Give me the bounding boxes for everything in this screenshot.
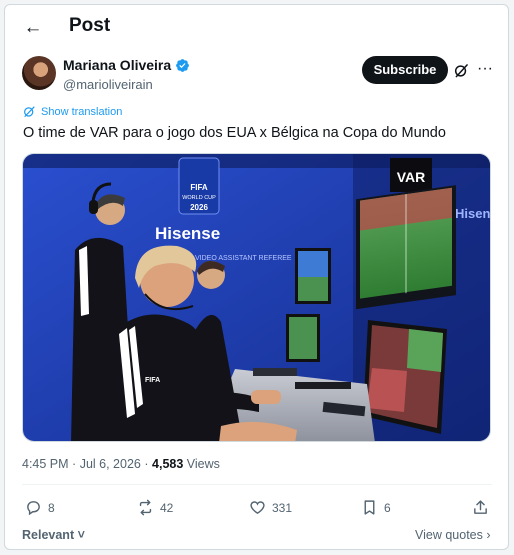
- chevron-right-icon: ›: [486, 528, 491, 542]
- translate-icon: [24, 106, 35, 117]
- meta-separator: ·: [72, 457, 77, 471]
- view-quotes-label: View quotes: [415, 528, 483, 542]
- post-meta: 4:45 PM · Jul 6, 2026 · 4,583 Views: [22, 457, 220, 471]
- back-button[interactable]: ←: [19, 14, 47, 42]
- post-text: O time de VAR para o jogo dos EUA x Bélg…: [23, 125, 446, 141]
- arrow-left-icon: ←: [23, 17, 43, 38]
- sort-replies-button[interactable]: Relevant ˅: [22, 528, 85, 542]
- bookmark-button[interactable]: 6: [361, 499, 391, 516]
- divider: [22, 484, 492, 485]
- show-translation-label: Show translation: [41, 105, 123, 118]
- verified-badge-icon: [176, 58, 190, 72]
- author-handle[interactable]: @marioliveirain: [63, 77, 153, 92]
- share-icon: [474, 500, 487, 514]
- views-label: Views: [186, 457, 220, 471]
- reply-icon: [27, 501, 40, 516]
- reply-count: 8: [48, 500, 55, 515]
- views-count: 4,583: [152, 457, 184, 471]
- wall-world-cup-text: WORLD CUP: [182, 195, 216, 201]
- wall-review-text: VIDEO ASSISTANT REFEREE: [195, 255, 292, 262]
- repost-count: 42: [160, 500, 174, 515]
- author-name[interactable]: Mariana Oliveira: [63, 57, 171, 73]
- author-name-row: Mariana Oliveira: [63, 57, 190, 73]
- chevron-down-icon: ˅: [77, 528, 85, 542]
- sort-label: Relevant: [22, 528, 75, 542]
- wall-year-text: 2026: [190, 203, 208, 212]
- post-image[interactable]: FIFA WORLD CUP 2026 Hisense VIDEO ASSIST…: [22, 153, 491, 442]
- meta-separator: ·: [144, 457, 149, 471]
- post-time[interactable]: 4:45 PM: [22, 457, 69, 471]
- subscribe-button[interactable]: Subscribe: [362, 56, 448, 84]
- reply-button[interactable]: 8: [25, 499, 55, 516]
- repost-icon: [139, 499, 152, 516]
- post-date[interactable]: Jul 6, 2026: [80, 457, 141, 471]
- bookmark-icon: [364, 500, 375, 515]
- share-button[interactable]: [472, 499, 489, 516]
- wall-sponsor-text: Hisense: [155, 224, 220, 243]
- var-sign-text: VAR: [397, 169, 426, 185]
- wall-sponsor-right-text: Hisense: [455, 206, 491, 221]
- post-page: ← Post Mariana Oliveira @marioliveirain …: [4, 4, 509, 550]
- repost-button[interactable]: 42: [137, 499, 173, 516]
- bookmark-count: 6: [384, 500, 391, 515]
- view-quotes-link[interactable]: View quotes ›: [415, 528, 491, 542]
- shirt-crest-text: FIFA: [145, 377, 160, 384]
- grok-icon[interactable]: [454, 63, 469, 78]
- wall-fifa-text: FIFA: [190, 183, 208, 192]
- more-options-icon[interactable]: ···: [475, 59, 495, 79]
- like-count: 331: [272, 500, 293, 515]
- show-translation-link[interactable]: Show translation: [23, 105, 122, 118]
- avatar[interactable]: [22, 56, 56, 90]
- heart-icon: [250, 501, 265, 515]
- like-button[interactable]: 331: [249, 499, 292, 516]
- page-title: Post: [69, 15, 111, 36]
- post-header: ← Post: [5, 5, 508, 49]
